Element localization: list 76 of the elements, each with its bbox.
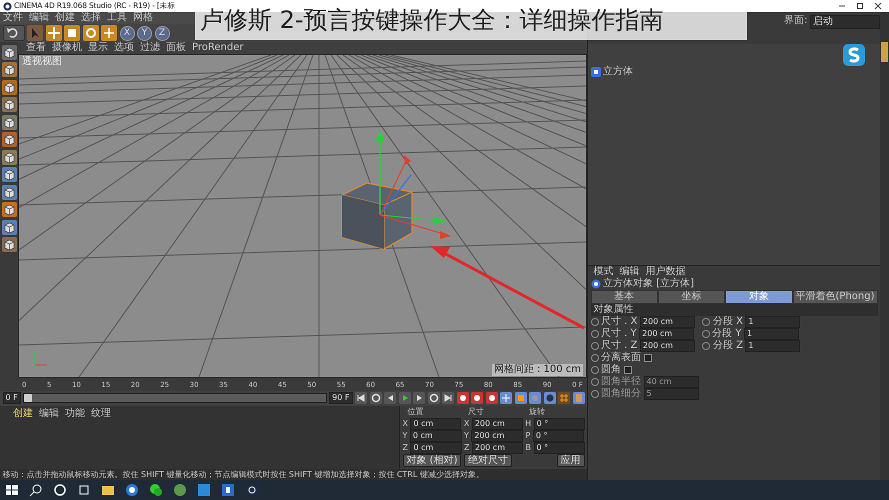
status-bar: 移动：点击并拖动鼠标移动元素。按住 SHIFT 键量化移动；节点编辑模式时按住 SHIFT 键增加选择对象；按住 CTRL 键减少选择对象。 [0, 469, 587, 480]
column-header: 位置 [406, 406, 424, 418]
layout-label: 界面: [784, 14, 808, 26]
parameter-field[interactable]: 1 [745, 340, 800, 352]
attribute-menu-item[interactable]: 编辑 [616, 266, 642, 278]
axis-toggle-button[interactable]: X [120, 26, 134, 41]
menu-item[interactable]: 编辑 [26, 12, 52, 24]
parameter-label: 尺寸 . Y [601, 328, 637, 340]
parameter-label: 尺寸 . Z [601, 340, 638, 352]
coordinate-field[interactable]: 200 cm [472, 418, 523, 430]
axis-label: P [526, 430, 530, 442]
viewport-label: 透视视图 [22, 56, 62, 68]
section-header: 对象属性 [590, 304, 878, 316]
option-label: 圆角 [601, 364, 621, 376]
material-menu-tab[interactable]: 纹理 [88, 408, 114, 420]
column-header: 尺寸 [467, 406, 486, 418]
option-label: 圆角细分 [601, 388, 641, 400]
material-menu-tab[interactable]: 功能 [62, 408, 88, 420]
size-mode-dropdown[interactable]: 绝对尺寸 [464, 454, 512, 467]
viewport-menu-item[interactable]: 摄像机 [49, 42, 85, 54]
viewport-menu-item[interactable]: 面板 [163, 42, 189, 54]
grid-spacing-label: 网格间距 : 100 cm [492, 364, 583, 376]
axis-label: Z [402, 442, 408, 454]
menu-item[interactable]: 选择 [78, 12, 104, 24]
parameter-field[interactable]: 200 cm [640, 340, 695, 352]
viewport-menu-item[interactable]: 过滤 [137, 42, 163, 54]
axis-label: B [526, 442, 531, 454]
coordinate-field[interactable]: 0 ° [534, 442, 585, 454]
object-title: 立方体对象 [立方体] [603, 278, 694, 290]
axis-toggle-button[interactable]: Z [154, 26, 170, 41]
axis-toggle-button[interactable]: Y [137, 26, 152, 41]
viewport-menu-item[interactable]: 显示 [85, 42, 111, 54]
attribute-tab[interactable]: 基本 [590, 290, 658, 304]
start-frame-field[interactable]: 0 F [2, 392, 21, 404]
layout-dropdown[interactable]: 启动 [810, 14, 880, 28]
parameter-label: 分段 Y [712, 328, 742, 340]
parameter-field[interactable]: 1 [745, 316, 800, 328]
axis-label: Y [402, 430, 408, 442]
menu-item[interactable]: 文件 [0, 12, 26, 24]
menu-item[interactable]: 创建 [52, 12, 78, 24]
axis-label: X [464, 418, 470, 430]
material-menu-tab[interactable]: 创建 [10, 408, 36, 420]
end-frame-field[interactable]: 90 F [329, 392, 352, 404]
material-menu-tab[interactable]: 编辑 [36, 408, 62, 420]
viewport-menu-item[interactable]: 选项 [111, 42, 137, 54]
apply-button[interactable]: 应用 [556, 454, 584, 467]
attribute-tab[interactable]: 坐标 [658, 290, 726, 304]
parameter-label: 分段 Z [712, 340, 743, 352]
axis-label: Z [464, 442, 470, 454]
attribute-menu-item[interactable]: 用户数据 [642, 266, 688, 278]
parameter-field[interactable]: 200 cm [640, 316, 695, 328]
parameter-label: 分段 X [712, 316, 743, 328]
parameter-label: 尺寸 . X [601, 316, 638, 328]
coordinate-field[interactable]: 0 cm [410, 442, 462, 454]
viewport-menu-item[interactable]: 查看 [23, 42, 49, 54]
attribute-menu-item[interactable]: 模式 [590, 266, 616, 278]
object-name[interactable]: 立方体 [603, 66, 633, 78]
parameter-field[interactable]: 1 [744, 328, 799, 340]
coordinate-field[interactable]: 0 cm [410, 430, 462, 442]
axis-label: X [402, 418, 408, 430]
coordinate-field[interactable]: 0 ° [532, 430, 584, 442]
coordinate-field[interactable]: 0 cm [410, 418, 462, 430]
coordinate-field[interactable]: 0 ° [534, 418, 585, 430]
viewport-menu-item[interactable]: ProRender [189, 42, 246, 54]
menu-item[interactable]: 网格 [130, 12, 156, 24]
coordinate-field[interactable]: 200 cm [472, 442, 523, 454]
menu-item[interactable]: 工具 [104, 12, 130, 24]
axis-label: Y [464, 430, 469, 442]
coordinate-mode-dropdown[interactable]: 对象 (相对) [402, 454, 462, 467]
parameter-field[interactable]: 200 cm [639, 328, 694, 340]
option-label: 圆角半径 [601, 376, 641, 388]
option-label: 分离表面 [601, 352, 641, 364]
attribute-tab[interactable]: 平滑着色(Phong) [792, 290, 878, 304]
axis-label: H [525, 418, 532, 430]
coordinate-field[interactable]: 200 cm [471, 430, 524, 442]
column-header: 旋转 [528, 406, 546, 418]
